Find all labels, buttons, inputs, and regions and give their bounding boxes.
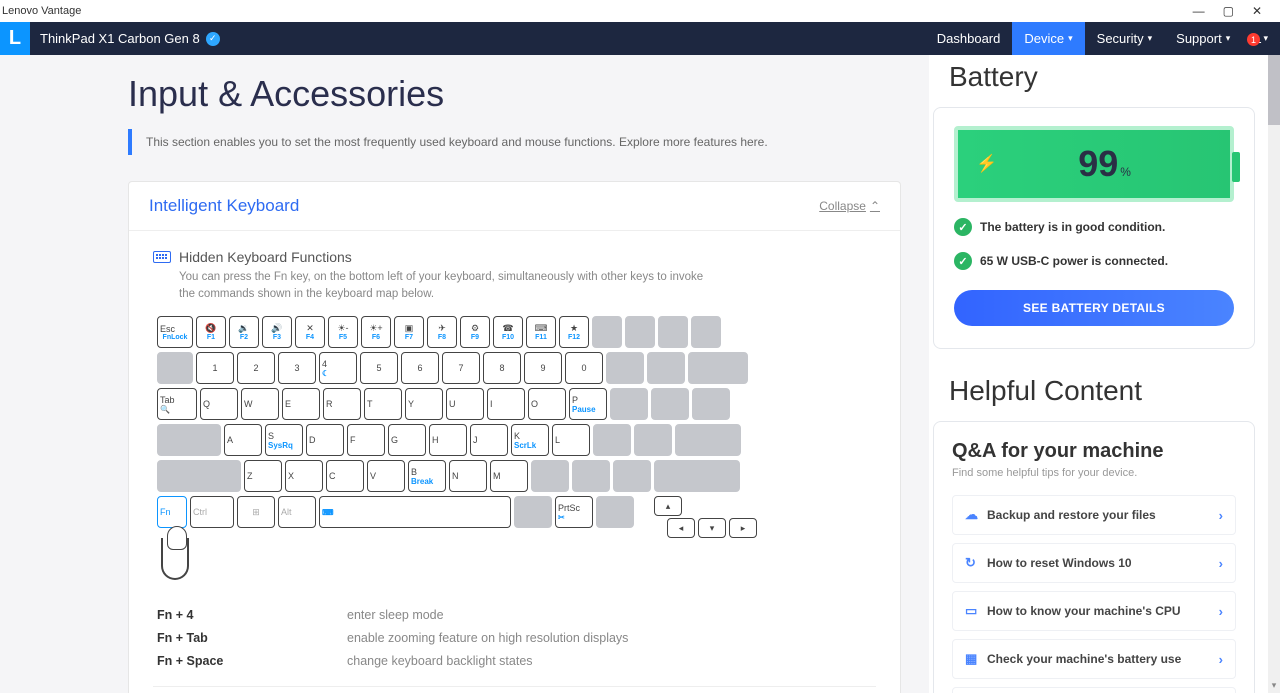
maximize-button[interactable]: ▢ — [1223, 4, 1234, 18]
chevron-right-icon: › — [1219, 652, 1223, 667]
window-title: Lenovo Vantage — [2, 5, 81, 17]
user-menu[interactable]: L ▾ 1 — [1242, 31, 1280, 46]
intro-text: This section enables you to set the most… — [128, 129, 901, 155]
refresh-icon: ↻ — [965, 555, 987, 571]
scrollbar-thumb[interactable] — [1268, 55, 1280, 125]
hidden-functions-desc: You can press the Fn key, on the bottom … — [179, 269, 719, 302]
keyboard-map: EscFnLock 🔇F1 🔉F2 🔊F3 ✕F4 ☀-F5 ☀+F6 ▣F7 … — [157, 316, 757, 580]
battery-indicator: ⚡ 99% — [954, 126, 1234, 202]
close-button[interactable]: ✕ — [1252, 4, 1262, 18]
chevron-down-icon: ▾ — [1068, 33, 1073, 44]
chevron-down-icon: ▾ — [1148, 33, 1153, 44]
nav-device[interactable]: Device▾ — [1012, 22, 1084, 55]
qa-subtitle: Find some helpful tips for your device. — [952, 467, 1236, 479]
chevron-right-icon: › — [1219, 556, 1223, 571]
helpful-section-title: Helpful Content — [949, 375, 1255, 407]
plug-icon: ⚡ — [976, 154, 997, 174]
verified-icon: ✓ — [206, 32, 220, 46]
page-title: Input & Accessories — [128, 73, 901, 115]
check-icon: ✓ — [954, 218, 972, 236]
battery-status-2: 65 W USB-C power is connected. — [980, 254, 1168, 268]
qa-item-cpu[interactable]: ▭How to know your machine's CPU› — [952, 591, 1236, 631]
check-icon: ✓ — [954, 252, 972, 270]
chevron-up-icon: ⌃ — [870, 199, 880, 213]
chevron-down-icon: ▾ — [1226, 33, 1231, 44]
monitor-icon: ▭ — [965, 603, 987, 619]
intelligent-keyboard-card: Intelligent Keyboard Collapse⌃ Hidden Ke… — [128, 181, 901, 693]
vertical-scrollbar[interactable]: ▾ — [1268, 55, 1280, 693]
minimize-button[interactable]: — — [1193, 4, 1205, 18]
nav-dashboard[interactable]: Dashboard — [925, 22, 1013, 55]
nav-support[interactable]: Support▾ — [1164, 22, 1242, 55]
battery-icon: ▦ — [965, 651, 987, 667]
chevron-down-icon: ▾ — [1263, 33, 1268, 44]
titlebar: Lenovo Vantage — ▢ ✕ — [0, 0, 1280, 22]
fn-finger-icon — [161, 538, 189, 580]
qa-card: Q&A for your machine Find some helpful t… — [933, 421, 1255, 693]
card-title: Intelligent Keyboard — [149, 196, 299, 216]
hidden-functions-title: Hidden Keyboard Functions — [179, 249, 352, 265]
battery-section-title: Battery — [949, 61, 1255, 93]
qa-title: Q&A for your machine — [952, 440, 1236, 463]
qa-item-backup[interactable]: ☁Backup and restore your files› — [952, 495, 1236, 535]
qa-item-battery[interactable]: ▦Check your machine's battery use› — [952, 639, 1236, 679]
see-battery-details-button[interactable]: SEE BATTERY DETAILS — [954, 290, 1234, 326]
device-name[interactable]: ThinkPad X1 Carbon Gen 8 ✓ — [40, 31, 220, 46]
qa-item-tablet[interactable]: ▯Use your PC like a tablet› — [952, 687, 1236, 693]
scroll-down-icon[interactable]: ▾ — [1269, 680, 1279, 691]
chevron-right-icon: › — [1219, 508, 1223, 523]
fn-shortcuts-table: Fn + 4enter sleep mode Fn + Tabenable zo… — [157, 608, 876, 668]
chevron-right-icon: › — [1219, 604, 1223, 619]
main-column: Input & Accessories This section enables… — [0, 55, 929, 693]
battery-status-1: The battery is in good condition. — [980, 220, 1165, 234]
side-column: Battery ⚡ 99% ✓ The battery is in good co… — [929, 55, 1280, 693]
cloud-icon: ☁ — [965, 507, 987, 523]
logo[interactable]: L — [0, 22, 30, 55]
notification-badge: 1 — [1247, 33, 1260, 46]
collapse-toggle[interactable]: Collapse⌃ — [819, 199, 880, 213]
qa-item-reset[interactable]: ↻How to reset Windows 10› — [952, 543, 1236, 583]
keyboard-icon — [153, 251, 171, 263]
window-controls: — ▢ ✕ — [1193, 4, 1272, 18]
nav-security[interactable]: Security▾ — [1085, 22, 1165, 55]
battery-card: ⚡ 99% ✓ The battery is in good condition.… — [933, 107, 1255, 349]
navbar: L ThinkPad X1 Carbon Gen 8 ✓ Dashboard D… — [0, 22, 1280, 55]
